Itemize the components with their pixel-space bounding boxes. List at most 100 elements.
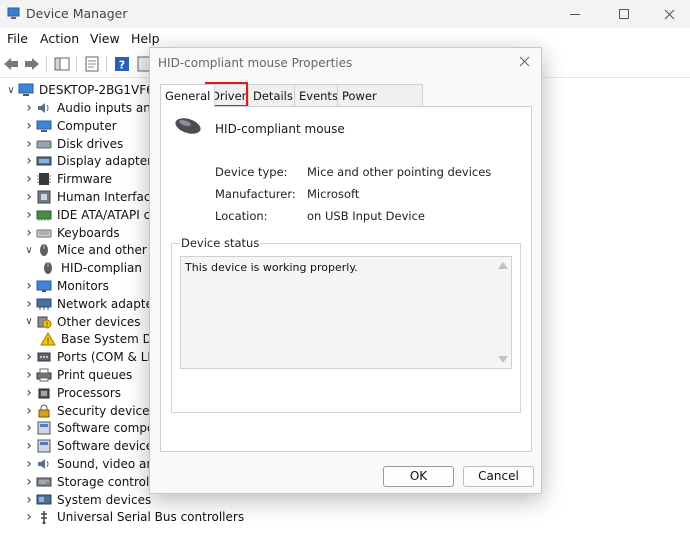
tree-category[interactable]: › Software devices (22, 437, 159, 455)
window-title: Device Manager (26, 6, 128, 21)
minimize-icon (570, 13, 580, 15)
chevron-right-icon[interactable]: › (22, 100, 36, 116)
network-icon (36, 298, 52, 310)
tree-root[interactable]: ∨ DESKTOP-2BG1VF6 (4, 81, 153, 99)
cancel-button[interactable]: Cancel (463, 466, 534, 487)
menu-help[interactable]: Help (131, 31, 160, 46)
tree-category[interactable]: › Keyboards (22, 224, 119, 242)
menu-file[interactable]: File (7, 31, 28, 46)
chevron-right-icon[interactable]: › (22, 367, 36, 383)
tree-category[interactable]: › Sound, video and (22, 455, 161, 473)
computer-icon (18, 83, 34, 96)
chevron-right-icon[interactable]: › (22, 509, 36, 525)
properties-button[interactable] (83, 55, 101, 73)
menu-action[interactable]: Action (40, 31, 79, 46)
tree-child-item[interactable]: ! Base System D (40, 330, 152, 348)
tree-category[interactable]: › Storage controlle (22, 473, 160, 491)
chevron-right-icon[interactable]: › (22, 278, 36, 294)
location-label: Location: (215, 209, 268, 223)
chevron-right-icon[interactable]: › (22, 207, 36, 223)
chevron-right-icon[interactable]: › (22, 403, 36, 419)
scroll-up-icon[interactable] (498, 262, 508, 269)
tree-category[interactable]: › Processors (22, 384, 121, 402)
tree-item-label: Software devices (57, 439, 160, 454)
tab-events[interactable]: Events (294, 84, 343, 106)
svg-text:!: ! (46, 337, 49, 346)
mouse-icon (44, 262, 52, 275)
tree-category[interactable]: › System devices (22, 491, 151, 509)
back-arrow-icon (4, 58, 18, 70)
tree-category[interactable]: ∨! Other devices (22, 313, 141, 331)
ok-button[interactable]: OK (383, 466, 454, 487)
tab-general[interactable]: General (160, 84, 216, 107)
device-name: HID-compliant mouse (215, 122, 345, 136)
tree-category[interactable]: › Display adapters (22, 152, 158, 170)
chevron-right-icon[interactable]: › (22, 438, 36, 454)
close-icon (664, 9, 674, 19)
svg-text:!: ! (46, 321, 49, 329)
tree-item-label: HID-complian (61, 261, 143, 276)
dialog-close-button[interactable] (515, 54, 533, 72)
chevron-right-icon[interactable]: › (22, 171, 36, 187)
tree-category[interactable]: › Firmware (22, 170, 112, 188)
tab-power-management[interactable]: Power Management (337, 84, 423, 125)
back-button[interactable] (2, 55, 20, 73)
chevron-right-icon[interactable]: › (22, 118, 36, 134)
tree-item-label: Other devices (57, 314, 141, 329)
port-icon (37, 352, 51, 362)
properties-dialog: HID-compliant mouse Properties General D… (149, 47, 542, 494)
minimize-button[interactable] (552, 0, 598, 28)
chevron-down-icon[interactable]: ∨ (22, 315, 36, 329)
tree-category[interactable]: › Security devices (22, 402, 156, 420)
menu-view[interactable]: View (90, 31, 120, 46)
tree-child-item[interactable]: HID-complian (40, 259, 142, 277)
tree-category[interactable]: ∨ Mice and other p (22, 241, 158, 259)
processor-icon (38, 388, 50, 399)
tree-item-label: Print queues (57, 368, 133, 382)
forward-button[interactable] (23, 55, 41, 73)
chevron-right-icon[interactable]: › (22, 420, 36, 436)
forward-arrow-icon (25, 58, 39, 70)
help-button[interactable]: ? (113, 55, 131, 73)
chevron-down-icon[interactable]: ∨ (22, 243, 36, 257)
tree-category[interactable]: › IDE ATA/ATAPI co (22, 206, 157, 224)
general-tab-panel: HID-compliant mouse Device type: Mice an… (160, 106, 532, 452)
scroll-down-icon[interactable] (498, 356, 508, 363)
chevron-right-icon[interactable]: › (22, 474, 36, 490)
tree-category[interactable]: › Monitors (22, 277, 109, 295)
tab-details[interactable]: Details (248, 84, 298, 106)
show-hide-console-tree-button[interactable] (53, 55, 71, 73)
status-scrollbar[interactable] (495, 257, 511, 368)
tree-category[interactable]: › Print queues (22, 366, 132, 384)
chevron-down-icon[interactable]: ∨ (4, 83, 18, 97)
speaker-icon (38, 103, 49, 113)
chevron-right-icon[interactable]: › (22, 296, 36, 312)
chevron-right-icon[interactable]: › (22, 153, 36, 169)
close-button[interactable] (646, 0, 690, 28)
chevron-right-icon[interactable]: › (22, 456, 36, 472)
tree-item-label: Human Interface (57, 190, 158, 204)
properties-icon (85, 56, 99, 72)
chevron-right-icon[interactable]: › (22, 136, 36, 152)
chevron-right-icon[interactable]: › (22, 492, 36, 508)
mouse-icon (175, 118, 201, 134)
tree-item-label: Processors (57, 385, 122, 400)
tree-category[interactable]: › Computer (22, 117, 116, 135)
tree-category[interactable]: › Network adapters (22, 295, 164, 313)
tree-category[interactable]: › Ports (COM & LP (22, 348, 154, 366)
tree-category[interactable]: › Software compor (22, 419, 159, 437)
chevron-right-icon[interactable]: › (22, 189, 36, 205)
chevron-right-icon[interactable]: › (22, 225, 36, 241)
tree-category[interactable]: › Human Interface (22, 188, 158, 206)
tree-item-label: Software compor (57, 421, 160, 436)
tree-category[interactable]: › Universal Serial Bus controllers (22, 508, 244, 526)
device-status-textbox[interactable]: This device is working properly. (180, 256, 512, 369)
tree-category[interactable]: › Disk drives (22, 135, 123, 153)
chevron-right-icon[interactable]: › (22, 349, 36, 365)
tree-category[interactable]: › Audio inputs and (22, 99, 158, 117)
maximize-button[interactable] (601, 0, 647, 28)
tree-item-label: Universal Serial Bus controllers (57, 510, 245, 525)
mouse-icon (40, 244, 48, 257)
chevron-right-icon[interactable]: › (22, 385, 36, 401)
tree-item-label: Display adapters (57, 154, 159, 169)
